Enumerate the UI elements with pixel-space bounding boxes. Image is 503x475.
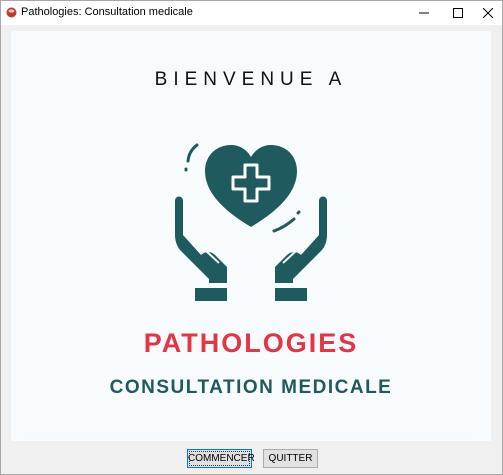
app-name: PATHOLOGIES xyxy=(143,328,359,358)
maximize-icon xyxy=(453,8,463,18)
app-subtitle: CONSULTATION MEDICALE xyxy=(109,377,393,398)
start-button[interactable]: COMMENCER xyxy=(187,449,255,468)
splash-panel: BIENVENUE A PATHOLOGIES CONSULTATION MED… xyxy=(11,31,491,441)
title-bar[interactable]: Pathologies: Consultation medicale xyxy=(1,1,502,25)
maximize-button[interactable] xyxy=(441,1,475,25)
window-title: Pathologies: Consultation medicale xyxy=(21,6,193,18)
minimize-icon xyxy=(419,12,429,14)
heart-hands-medical-cross-icon xyxy=(175,143,327,301)
close-icon xyxy=(483,8,493,18)
quit-button[interactable]: QUITTER xyxy=(263,449,318,468)
app-icon xyxy=(6,7,17,18)
minimize-button[interactable] xyxy=(407,1,441,25)
app-window: Pathologies: Consultation medicale BIENV… xyxy=(0,0,503,475)
close-button[interactable] xyxy=(471,1,502,25)
welcome-heading: BIENVENUE A xyxy=(154,69,348,90)
